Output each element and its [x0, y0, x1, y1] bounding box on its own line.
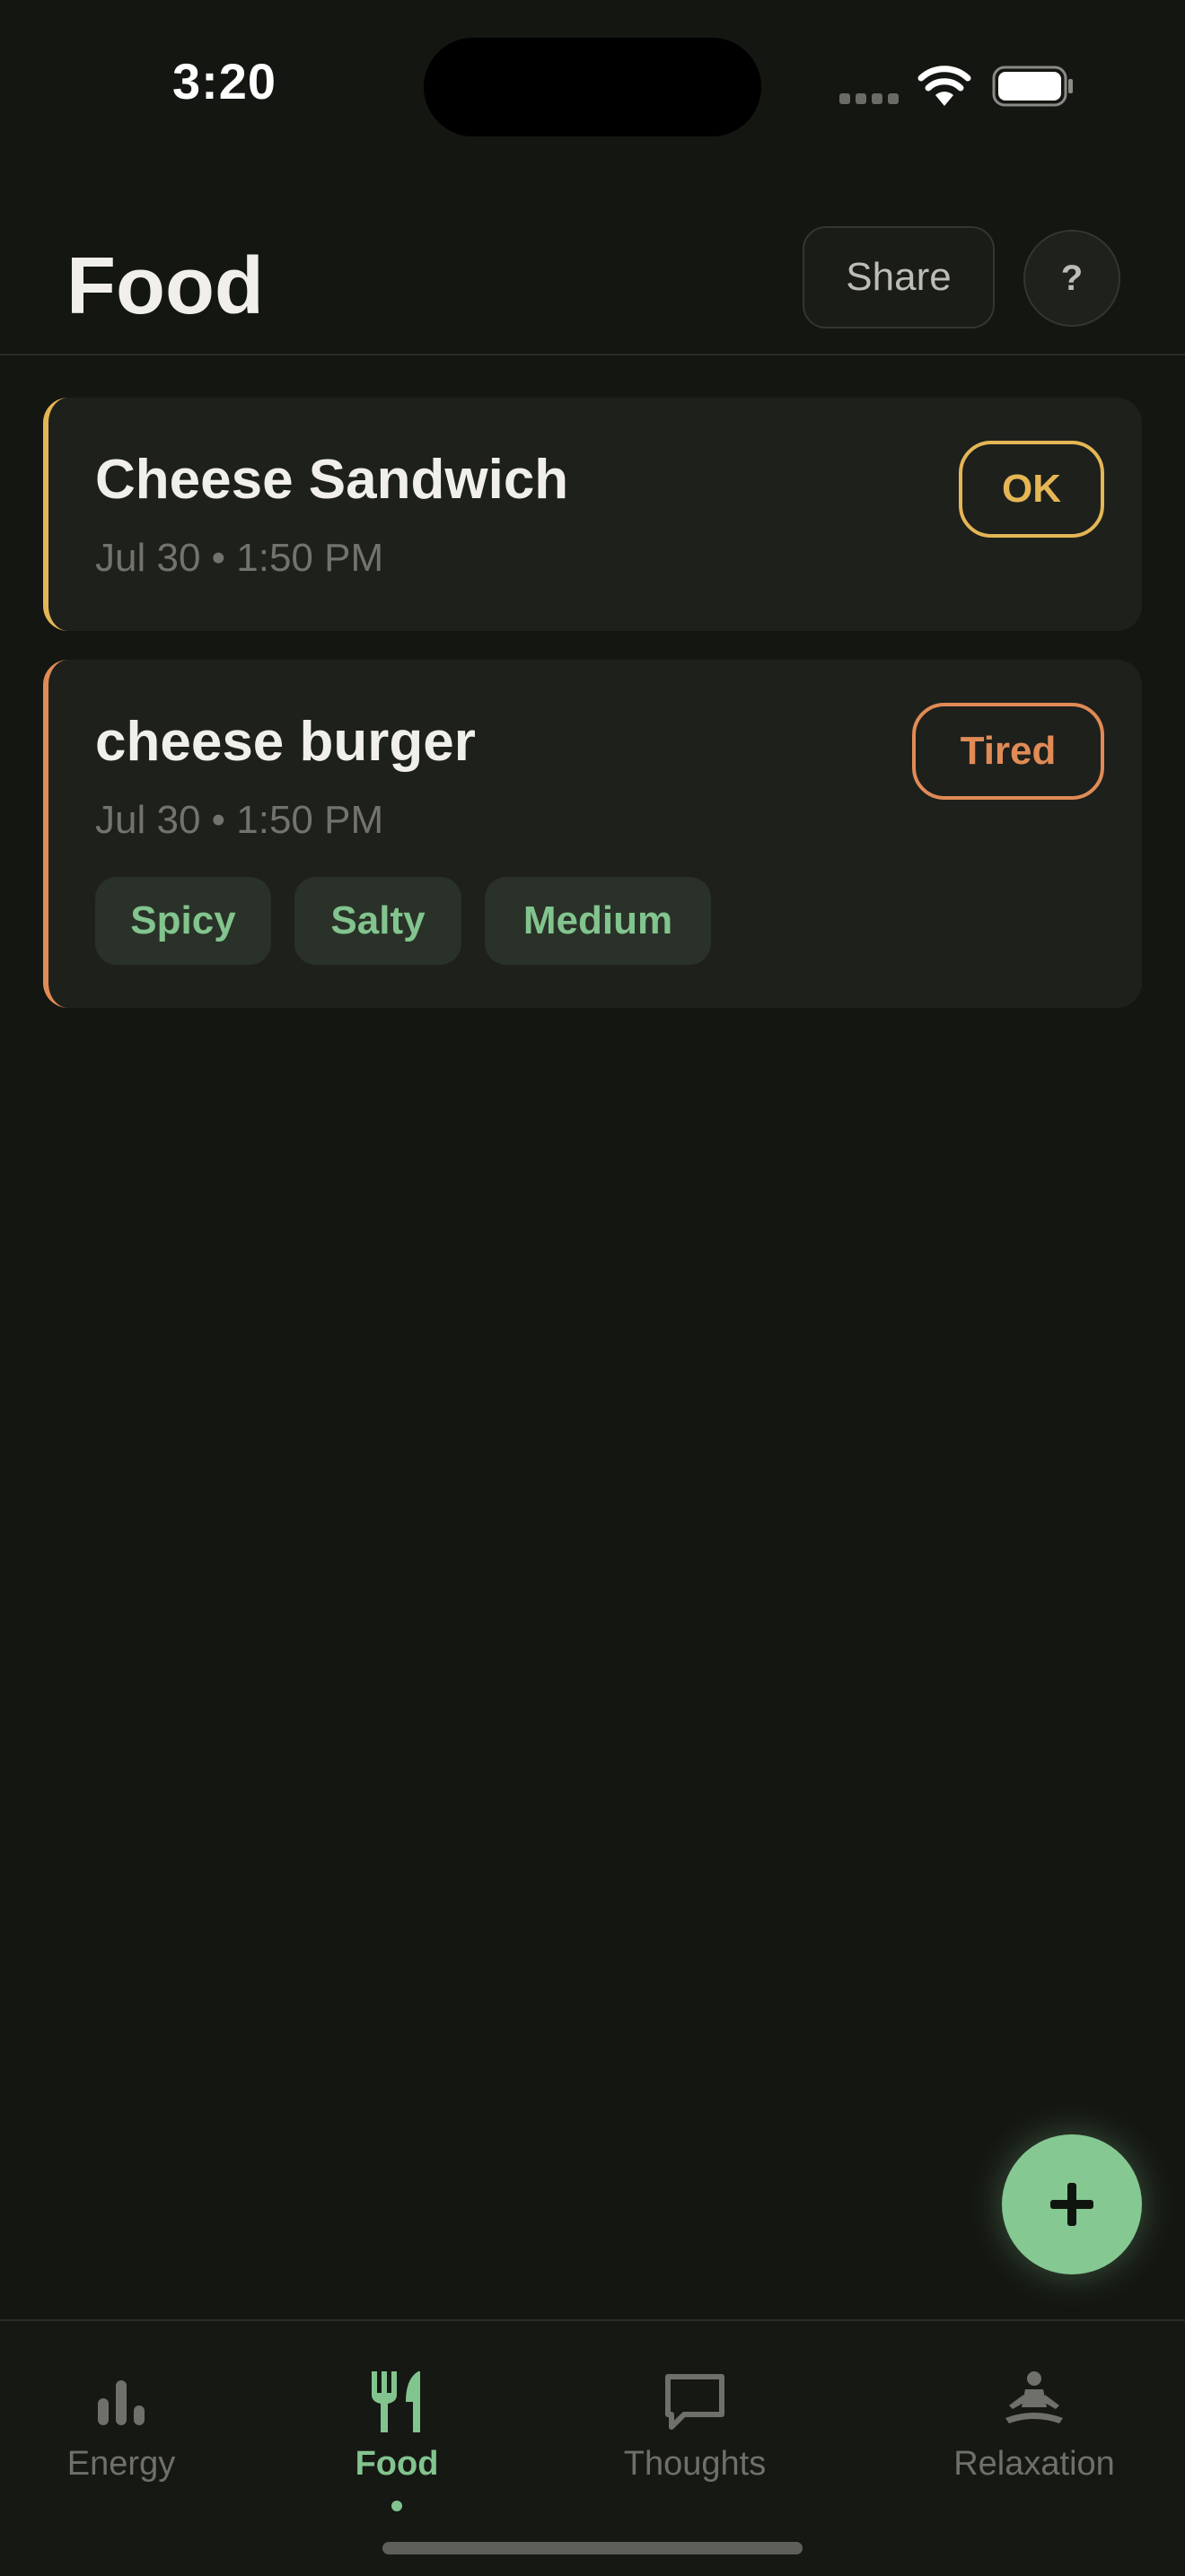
tag-chip: Spicy — [95, 877, 271, 965]
bar-chart-icon — [98, 2380, 145, 2425]
tab-label: Relaxation — [953, 2445, 1115, 2483]
tab-relaxation[interactable]: Relaxation — [930, 2321, 1138, 2528]
speech-bubble-icon — [665, 2374, 724, 2430]
food-entry-card[interactable]: Cheese Sandwich Jul 30 • 1:50 PM OK — [43, 398, 1142, 631]
entry-title: Cheese Sandwich — [95, 449, 569, 511]
plus-icon — [1050, 2183, 1093, 2226]
clock: 3:20 — [171, 53, 277, 110]
active-tab-indicator — [391, 2501, 402, 2511]
page-header: Food Share ? — [0, 171, 1185, 355]
tab-food[interactable]: Food — [316, 2321, 478, 2528]
meditation-icon — [1005, 2371, 1063, 2423]
tag-chip: Salty — [294, 877, 461, 965]
add-entry-button[interactable] — [1002, 2134, 1142, 2274]
share-button[interactable]: Share — [803, 226, 995, 329]
entry-timestamp: Jul 30 • 1:50 PM — [95, 536, 384, 580]
status-badge: Tired — [912, 703, 1104, 800]
dynamic-island — [424, 38, 761, 136]
tab-energy[interactable]: Energy — [36, 2321, 206, 2528]
help-button[interactable]: ? — [1023, 230, 1120, 327]
battery-icon — [992, 66, 1073, 107]
tab-label: Food — [355, 2445, 439, 2483]
tab-bar: Energy Food Thoughts Relaxation — [0, 2319, 1185, 2576]
tab-thoughts[interactable]: Thoughts — [592, 2321, 797, 2528]
tag-chip: Medium — [485, 877, 711, 965]
tab-label: Energy — [66, 2445, 176, 2483]
status-badge: OK — [959, 441, 1104, 538]
wifi-icon — [917, 66, 971, 106]
entry-timestamp: Jul 30 • 1:50 PM — [95, 798, 384, 842]
home-indicator — [382, 2542, 803, 2554]
status-bar: 3:20 — [0, 0, 1185, 171]
page-title: Food — [66, 241, 264, 331]
cellular-signal-icon — [839, 93, 900, 104]
food-entry-card[interactable]: cheese burger Jul 30 • 1:50 PM Tired Spi… — [43, 660, 1142, 1008]
entry-title: cheese burger — [95, 711, 476, 773]
fork-knife-icon — [372, 2371, 420, 2432]
tab-label: Thoughts — [623, 2445, 767, 2483]
